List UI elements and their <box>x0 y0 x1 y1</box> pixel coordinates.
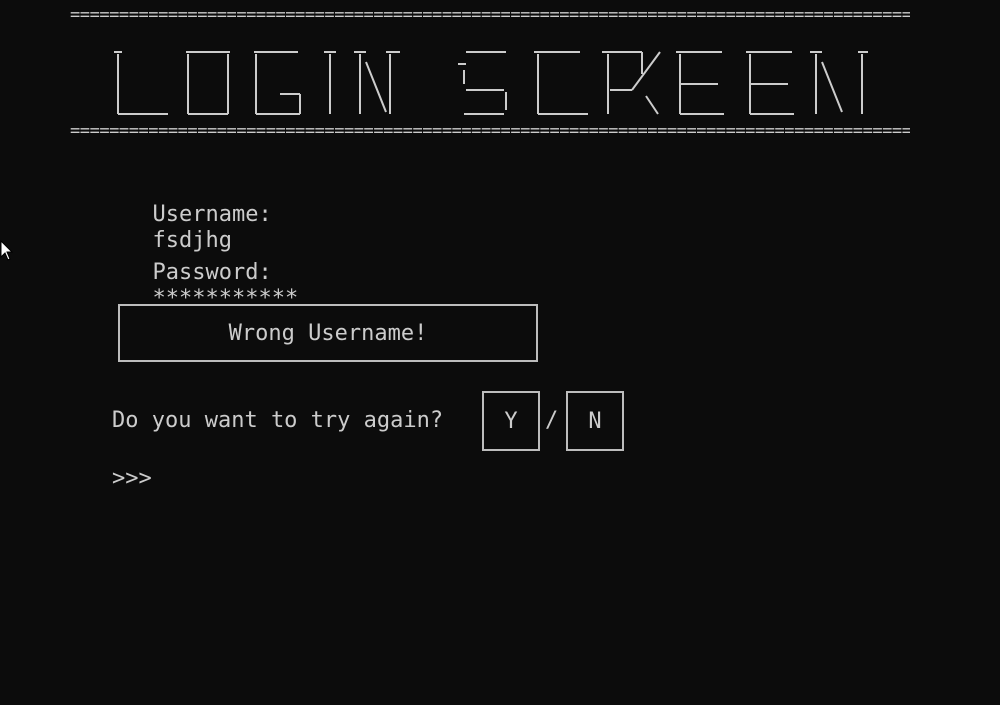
username-label: Username: <box>152 202 272 227</box>
no-button-label: N <box>588 408 602 434</box>
yes-button-label: Y <box>504 408 518 434</box>
password-label: Password: <box>152 260 272 285</box>
error-message-text: Wrong Username! <box>228 320 428 346</box>
retry-question: Do you want to try again? <box>112 408 444 433</box>
password-row: Password: *********** <box>126 234 299 312</box>
no-button[interactable]: N <box>566 391 624 451</box>
ascii-title-art <box>114 51 868 115</box>
mouse-pointer-icon <box>0 240 14 261</box>
error-message-box: Wrong Username! <box>118 304 538 362</box>
choice-separator: / <box>545 408 559 433</box>
top-divider: ========================================… <box>70 6 910 24</box>
command-prompt[interactable]: >>> <box>112 466 152 492</box>
yes-button[interactable]: Y <box>482 391 540 451</box>
bottom-divider: ========================================… <box>70 122 910 140</box>
ascii-title-banner: LOGIN SCREEN <box>110 40 870 120</box>
